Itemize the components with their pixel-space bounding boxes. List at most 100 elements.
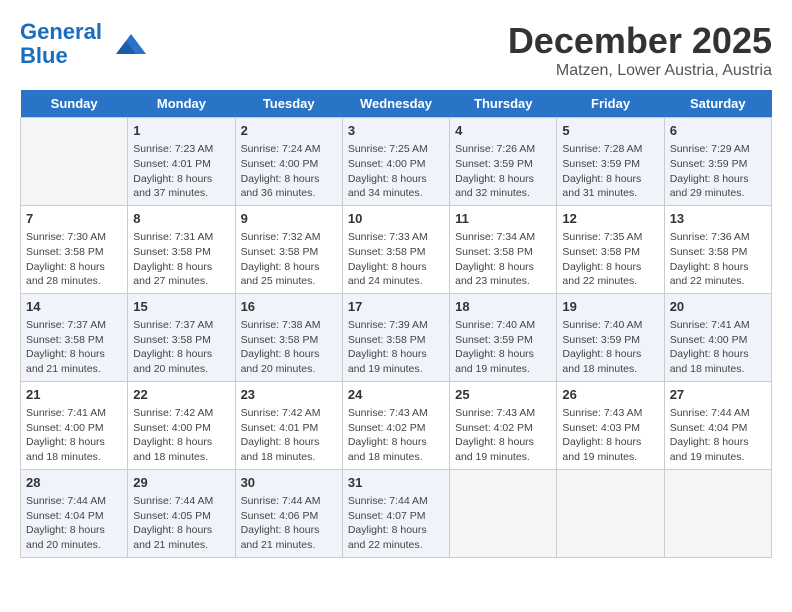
calendar-cell (557, 469, 664, 557)
calendar-cell: 16 Sunrise: 7:38 AMSunset: 3:58 PMDaylig… (235, 293, 342, 381)
calendar-cell: 27 Sunrise: 7:44 AMSunset: 4:04 PMDaylig… (664, 381, 771, 469)
logo-icon (106, 29, 146, 59)
day-number: 18 (455, 298, 551, 316)
day-number: 31 (348, 474, 444, 492)
calendar-cell: 14 Sunrise: 7:37 AMSunset: 3:58 PMDaylig… (21, 293, 128, 381)
day-number: 11 (455, 210, 551, 228)
cell-info: Sunrise: 7:35 AMSunset: 3:58 PMDaylight:… (562, 230, 658, 289)
day-number: 2 (241, 122, 337, 140)
day-number: 26 (562, 386, 658, 404)
header-row: SundayMondayTuesdayWednesdayThursdayFrid… (21, 90, 772, 118)
calendar-cell: 13 Sunrise: 7:36 AMSunset: 3:58 PMDaylig… (664, 205, 771, 293)
calendar-cell: 1 Sunrise: 7:23 AMSunset: 4:01 PMDayligh… (128, 118, 235, 206)
calendar-cell: 19 Sunrise: 7:40 AMSunset: 3:59 PMDaylig… (557, 293, 664, 381)
cell-info: Sunrise: 7:43 AMSunset: 4:03 PMDaylight:… (562, 406, 658, 465)
header-day-friday: Friday (557, 90, 664, 118)
week-row-1: 1 Sunrise: 7:23 AMSunset: 4:01 PMDayligh… (21, 118, 772, 206)
calendar-cell: 29 Sunrise: 7:44 AMSunset: 4:05 PMDaylig… (128, 469, 235, 557)
cell-info: Sunrise: 7:43 AMSunset: 4:02 PMDaylight:… (348, 406, 444, 465)
day-number: 1 (133, 122, 229, 140)
calendar-cell: 24 Sunrise: 7:43 AMSunset: 4:02 PMDaylig… (342, 381, 449, 469)
calendar-cell: 17 Sunrise: 7:39 AMSunset: 3:58 PMDaylig… (342, 293, 449, 381)
cell-info: Sunrise: 7:44 AMSunset: 4:06 PMDaylight:… (241, 494, 337, 553)
cell-info: Sunrise: 7:44 AMSunset: 4:05 PMDaylight:… (133, 494, 229, 553)
cell-info: Sunrise: 7:44 AMSunset: 4:04 PMDaylight:… (670, 406, 766, 465)
day-number: 14 (26, 298, 122, 316)
cell-info: Sunrise: 7:38 AMSunset: 3:58 PMDaylight:… (241, 318, 337, 377)
day-number: 17 (348, 298, 444, 316)
day-number: 5 (562, 122, 658, 140)
day-number: 28 (26, 474, 122, 492)
header-day-thursday: Thursday (450, 90, 557, 118)
calendar-cell: 9 Sunrise: 7:32 AMSunset: 3:58 PMDayligh… (235, 205, 342, 293)
header-day-sunday: Sunday (21, 90, 128, 118)
cell-info: Sunrise: 7:30 AMSunset: 3:58 PMDaylight:… (26, 230, 122, 289)
calendar-cell: 28 Sunrise: 7:44 AMSunset: 4:04 PMDaylig… (21, 469, 128, 557)
calendar-cell: 18 Sunrise: 7:40 AMSunset: 3:59 PMDaylig… (450, 293, 557, 381)
calendar-cell (450, 469, 557, 557)
cell-info: Sunrise: 7:41 AMSunset: 4:00 PMDaylight:… (670, 318, 766, 377)
day-number: 16 (241, 298, 337, 316)
day-number: 7 (26, 210, 122, 228)
cell-info: Sunrise: 7:40 AMSunset: 3:59 PMDaylight:… (455, 318, 551, 377)
calendar-cell (21, 118, 128, 206)
calendar-cell: 12 Sunrise: 7:35 AMSunset: 3:58 PMDaylig… (557, 205, 664, 293)
week-row-4: 21 Sunrise: 7:41 AMSunset: 4:00 PMDaylig… (21, 381, 772, 469)
day-number: 22 (133, 386, 229, 404)
cell-info: Sunrise: 7:39 AMSunset: 3:58 PMDaylight:… (348, 318, 444, 377)
logo: General Blue (20, 20, 146, 68)
day-number: 24 (348, 386, 444, 404)
day-number: 8 (133, 210, 229, 228)
calendar-cell: 23 Sunrise: 7:42 AMSunset: 4:01 PMDaylig… (235, 381, 342, 469)
header-day-tuesday: Tuesday (235, 90, 342, 118)
week-row-3: 14 Sunrise: 7:37 AMSunset: 3:58 PMDaylig… (21, 293, 772, 381)
calendar-cell: 21 Sunrise: 7:41 AMSunset: 4:00 PMDaylig… (21, 381, 128, 469)
cell-info: Sunrise: 7:44 AMSunset: 4:07 PMDaylight:… (348, 494, 444, 553)
cell-info: Sunrise: 7:33 AMSunset: 3:58 PMDaylight:… (348, 230, 444, 289)
cell-info: Sunrise: 7:42 AMSunset: 4:00 PMDaylight:… (133, 406, 229, 465)
day-number: 30 (241, 474, 337, 492)
day-number: 23 (241, 386, 337, 404)
cell-info: Sunrise: 7:37 AMSunset: 3:58 PMDaylight:… (26, 318, 122, 377)
day-number: 9 (241, 210, 337, 228)
cell-info: Sunrise: 7:23 AMSunset: 4:01 PMDaylight:… (133, 142, 229, 201)
location-title: Matzen, Lower Austria, Austria (508, 62, 772, 80)
calendar-cell: 4 Sunrise: 7:26 AMSunset: 3:59 PMDayligh… (450, 118, 557, 206)
calendar-cell: 30 Sunrise: 7:44 AMSunset: 4:06 PMDaylig… (235, 469, 342, 557)
day-number: 12 (562, 210, 658, 228)
calendar-cell: 10 Sunrise: 7:33 AMSunset: 3:58 PMDaylig… (342, 205, 449, 293)
cell-info: Sunrise: 7:32 AMSunset: 3:58 PMDaylight:… (241, 230, 337, 289)
day-number: 13 (670, 210, 766, 228)
calendar-cell: 11 Sunrise: 7:34 AMSunset: 3:58 PMDaylig… (450, 205, 557, 293)
cell-info: Sunrise: 7:36 AMSunset: 3:58 PMDaylight:… (670, 230, 766, 289)
logo-text: General Blue (20, 20, 102, 68)
calendar-cell: 6 Sunrise: 7:29 AMSunset: 3:59 PMDayligh… (664, 118, 771, 206)
calendar-cell (664, 469, 771, 557)
cell-info: Sunrise: 7:28 AMSunset: 3:59 PMDaylight:… (562, 142, 658, 201)
cell-info: Sunrise: 7:29 AMSunset: 3:59 PMDaylight:… (670, 142, 766, 201)
cell-info: Sunrise: 7:42 AMSunset: 4:01 PMDaylight:… (241, 406, 337, 465)
month-title: December 2025 (508, 20, 772, 62)
day-number: 10 (348, 210, 444, 228)
header-day-saturday: Saturday (664, 90, 771, 118)
day-number: 3 (348, 122, 444, 140)
cell-info: Sunrise: 7:34 AMSunset: 3:58 PMDaylight:… (455, 230, 551, 289)
day-number: 15 (133, 298, 229, 316)
calendar-cell: 3 Sunrise: 7:25 AMSunset: 4:00 PMDayligh… (342, 118, 449, 206)
calendar-table: SundayMondayTuesdayWednesdayThursdayFrid… (20, 90, 772, 558)
header-day-wednesday: Wednesday (342, 90, 449, 118)
week-row-5: 28 Sunrise: 7:44 AMSunset: 4:04 PMDaylig… (21, 469, 772, 557)
cell-info: Sunrise: 7:31 AMSunset: 3:58 PMDaylight:… (133, 230, 229, 289)
day-number: 4 (455, 122, 551, 140)
header: General Blue December 2025 Matzen, Lower… (20, 20, 772, 80)
day-number: 6 (670, 122, 766, 140)
calendar-cell: 5 Sunrise: 7:28 AMSunset: 3:59 PMDayligh… (557, 118, 664, 206)
cell-info: Sunrise: 7:40 AMSunset: 3:59 PMDaylight:… (562, 318, 658, 377)
calendar-cell: 2 Sunrise: 7:24 AMSunset: 4:00 PMDayligh… (235, 118, 342, 206)
day-number: 29 (133, 474, 229, 492)
calendar-cell: 22 Sunrise: 7:42 AMSunset: 4:00 PMDaylig… (128, 381, 235, 469)
calendar-cell: 26 Sunrise: 7:43 AMSunset: 4:03 PMDaylig… (557, 381, 664, 469)
day-number: 21 (26, 386, 122, 404)
calendar-cell: 7 Sunrise: 7:30 AMSunset: 3:58 PMDayligh… (21, 205, 128, 293)
cell-info: Sunrise: 7:26 AMSunset: 3:59 PMDaylight:… (455, 142, 551, 201)
